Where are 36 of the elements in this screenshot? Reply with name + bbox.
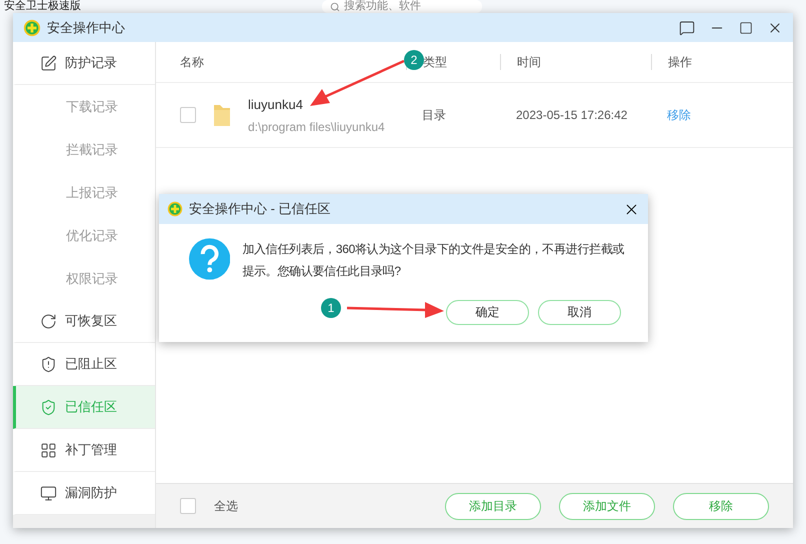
edit-icon (40, 54, 57, 72)
folder-icon (212, 102, 232, 128)
action-button[interactable]: 移除 (673, 492, 769, 520)
refresh-icon (40, 312, 57, 330)
app-title: 安全卫士极速版 (4, 0, 81, 13)
select-all-checkbox[interactable] (180, 498, 196, 514)
checkbox[interactable] (180, 107, 196, 123)
action-button[interactable]: 添加目录 (445, 492, 541, 520)
action-button[interactable]: 添加文件 (559, 492, 655, 520)
dialog-message: 加入信任列表后，360将认为这个目录下的文件是安全的，不再进行拦截或提示。您确认要信任此目录吗? (242, 241, 626, 280)
shield-alert-icon (40, 356, 57, 372)
grid-icon (40, 442, 57, 458)
cancel-button[interactable]: 取消 (538, 300, 621, 325)
column-header: 时间 (517, 54, 541, 70)
remove-link[interactable]: 移除 (667, 106, 691, 124)
select-all-label: 全选 (214, 498, 238, 514)
column-header: 名称 (180, 54, 204, 70)
table-cell: 目录 (422, 106, 446, 124)
confirm-button[interactable]: 确定 (446, 300, 529, 325)
dialog-title: 安全操作中心 - 已信任区 (189, 200, 331, 218)
window-title: 安全操作中心 (47, 18, 125, 36)
maximize-icon[interactable] (739, 20, 753, 34)
column-header: 类型 (423, 54, 447, 70)
question-icon (189, 238, 230, 280)
file-name: liuyunku4 (248, 96, 304, 112)
column-header: 操作 (668, 54, 692, 70)
table-cell: 2023-05-15 17:26:42 (516, 108, 628, 122)
feedback-icon[interactable] (679, 20, 695, 36)
search-field[interactable]: 搜索功能、软件 (322, 0, 482, 13)
monitor-icon (40, 484, 57, 502)
sidebar-item[interactable]: 已信任区 (13, 386, 155, 429)
shield-check-icon (40, 398, 57, 416)
search-icon (330, 2, 340, 12)
logo-icon (23, 18, 41, 36)
file-path: d:\program files\liuyunku4 (248, 120, 385, 134)
logo-icon (167, 201, 183, 217)
